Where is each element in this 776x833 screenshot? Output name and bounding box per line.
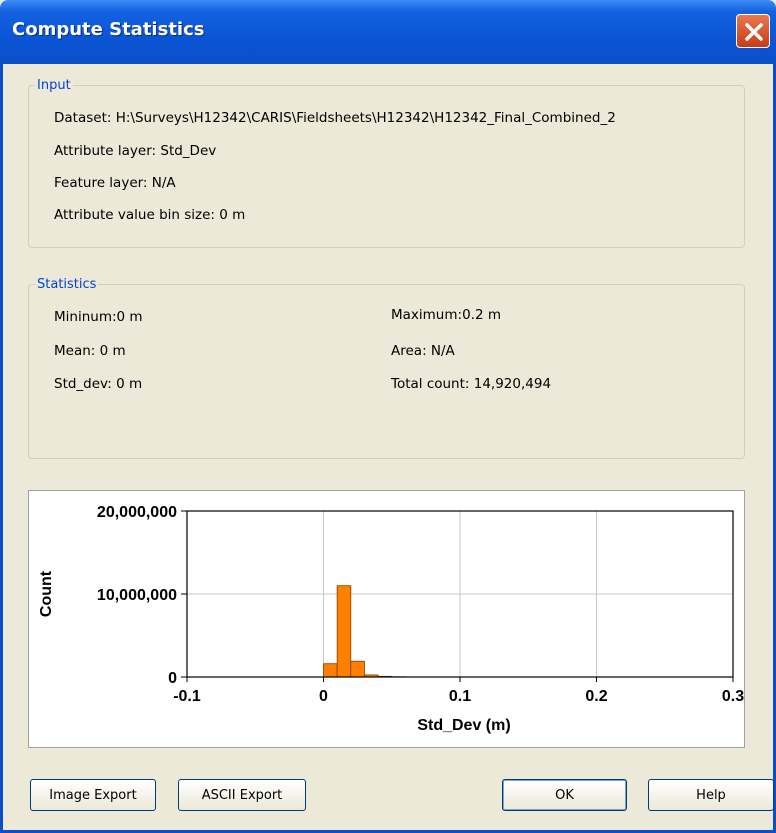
histogram-bar — [336, 585, 352, 678]
x-tick-label: 0.1 — [449, 688, 471, 705]
total-count-text: Total count: 14,920,494 — [391, 376, 552, 392]
ascii-export-button[interactable]: ASCII Export — [178, 779, 306, 811]
statistics-legend: Statistics — [37, 277, 97, 292]
input-legend: Input — [37, 78, 71, 93]
y-tick-label: 0 — [168, 670, 177, 687]
close-icon — [745, 23, 763, 41]
histogram-svg: -0.1 0 0.1 0.2 0.3010,000,00020,000,000Std_D… — [38, 504, 744, 734]
area-text: Area: N/A — [391, 343, 455, 359]
attribute-layer-text: Attribute layer: Std_Dev — [54, 143, 217, 159]
image-export-button[interactable]: Image Export — [30, 779, 156, 811]
x-tick-label: -0.1 — [173, 688, 201, 705]
dataset-text: Dataset: H:\Surveys\H12342\CARIS\Fieldsh… — [54, 110, 616, 126]
x-axis-label: Std_Dev (m) — [417, 717, 510, 734]
ok-button[interactable]: OK — [502, 779, 627, 811]
histogram-bar — [350, 660, 365, 678]
std-dev-text: Std_dev: 0 m — [54, 376, 143, 392]
histogram-chart: -0.1 0 0.1 0.2 0.3 0 10,000,000 20,000,000 Std_D… — [28, 490, 745, 748]
window-title: Compute Statistics — [12, 19, 205, 40]
help-button[interactable]: Help — [648, 779, 774, 811]
y-tick-label: 20,000,000 — [97, 504, 177, 521]
x-tick-label: 0.3 — [722, 688, 744, 705]
x-tick-label: 0.2 — [585, 688, 607, 705]
y-axis-label: Count — [38, 570, 55, 617]
y-tick-label: 10,000,000 — [97, 587, 177, 604]
bin-size-text: Attribute value bin size: 0 m — [54, 207, 246, 223]
histogram-bar — [323, 663, 338, 678]
maximum-text: Maximum:0.2 m — [391, 307, 501, 323]
mean-text: Mean: 0 m — [54, 343, 126, 359]
statistics-group: Statistics — [28, 277, 745, 459]
x-tick-label: 0 — [319, 688, 328, 705]
close-button[interactable] — [736, 14, 770, 48]
title-bar[interactable]: Compute Statistics — [0, 0, 776, 64]
minimum-text: Mininum:0 m — [54, 309, 143, 325]
feature-layer-text: Feature layer: N/A — [54, 175, 176, 191]
